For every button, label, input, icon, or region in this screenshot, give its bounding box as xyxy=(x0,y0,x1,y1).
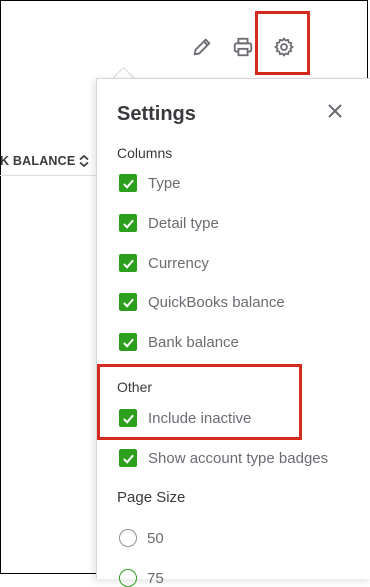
page-size-label: Page Size xyxy=(117,489,186,506)
column-checkbox-bank-balance[interactable]: Bank balance xyxy=(119,333,239,351)
edit-button[interactable] xyxy=(188,33,216,61)
columns-section-label: Columns xyxy=(117,145,173,161)
checkmark-icon xyxy=(122,338,134,348)
checkmark-icon xyxy=(122,179,134,189)
column-checkbox-detail-type[interactable]: Detail type xyxy=(119,214,219,232)
checkbox-label: Type xyxy=(148,174,181,192)
checkbox-label: QuickBooks balance xyxy=(148,293,285,311)
column-checkbox-quickbooks-balance[interactable]: QuickBooks balance xyxy=(119,293,285,311)
checkbox[interactable] xyxy=(119,214,137,232)
radio-label: 50 xyxy=(147,529,164,547)
checkbox-label: Bank balance xyxy=(148,333,239,351)
include-inactive-highlight-box xyxy=(97,364,302,440)
radio-button[interactable] xyxy=(119,569,137,587)
page-size-radio-75[interactable]: 75 xyxy=(119,569,164,587)
pencil-icon xyxy=(193,38,211,56)
checkmark-icon xyxy=(122,454,134,464)
table-divider xyxy=(0,175,96,176)
checkbox[interactable] xyxy=(119,174,137,192)
checkbox-label: Show account type badges xyxy=(148,449,329,467)
checkmark-icon xyxy=(122,259,134,269)
print-button[interactable] xyxy=(229,33,257,61)
sort-icon xyxy=(79,155,90,167)
checkmark-icon xyxy=(122,219,134,229)
settings-popover: Settings Columns Type Detail type Curren… xyxy=(96,78,370,587)
column-checkbox-currency[interactable]: Currency xyxy=(119,254,209,272)
checkmark-icon xyxy=(122,298,134,308)
settings-title: Settings xyxy=(117,103,196,125)
page-size-radio-50[interactable]: 50 xyxy=(119,529,164,547)
checkbox[interactable] xyxy=(119,333,137,351)
radio-button[interactable] xyxy=(119,529,137,547)
checkbox[interactable] xyxy=(119,254,137,272)
checkbox-label: Currency xyxy=(148,254,209,272)
bank-balance-column-header[interactable]: K BALANCE xyxy=(0,154,90,168)
checkbox[interactable] xyxy=(119,449,137,467)
column-header-label: K BALANCE xyxy=(0,154,76,168)
checkbox-label: Detail type xyxy=(148,214,219,232)
close-icon[interactable] xyxy=(325,101,345,121)
radio-label: 75 xyxy=(147,569,164,587)
show-account-type-badges-checkbox[interactable]: Show account type badges xyxy=(119,449,328,467)
column-checkbox-type[interactable]: Type xyxy=(119,174,181,192)
printer-icon xyxy=(233,37,253,57)
checkbox[interactable] xyxy=(119,293,137,311)
settings-highlight-box xyxy=(255,11,310,75)
